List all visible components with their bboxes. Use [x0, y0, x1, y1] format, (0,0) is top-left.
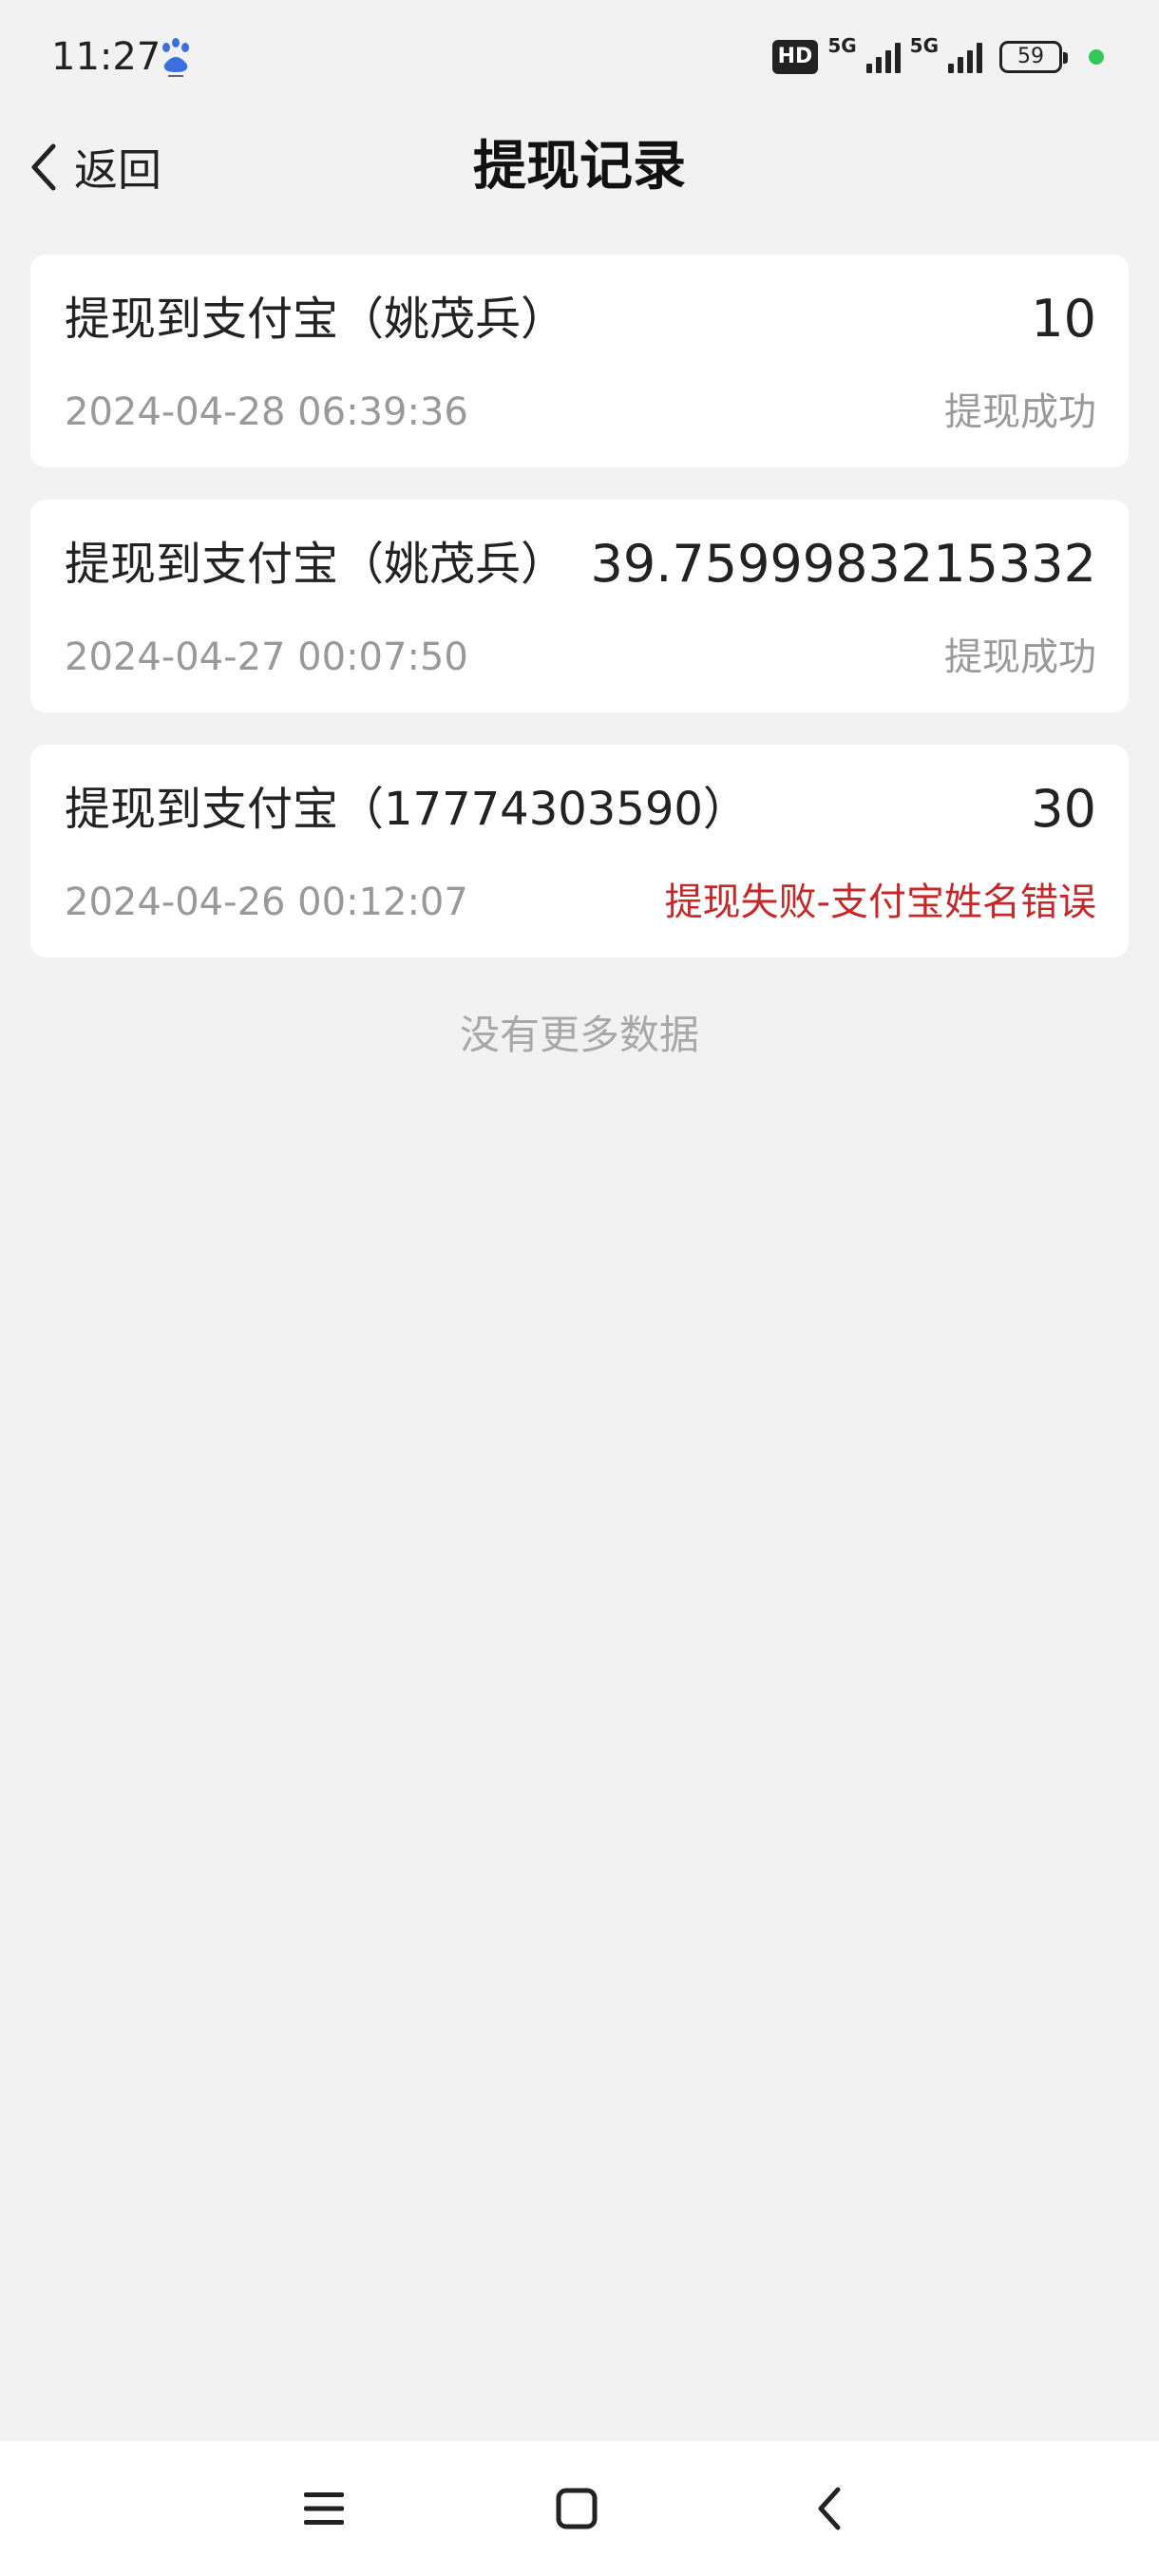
record-title: 提现到支付宝（17774303590） — [65, 783, 749, 836]
battery-level: 59 — [1017, 45, 1044, 68]
network-type-2: 5G — [909, 34, 939, 57]
record-card[interactable]: 提现到支付宝（姚茂兵） 39.7599983215332 2024-04-27 … — [30, 500, 1129, 712]
record-title: 提现到支付宝（姚茂兵） — [65, 538, 567, 591]
no-more-data-label: 没有更多数据 — [459, 1012, 699, 1058]
record-title: 提现到支付宝（姚茂兵） — [65, 293, 567, 346]
header: 返回 提现记录 — [0, 114, 1159, 220]
status-time: 11:27 — [51, 35, 162, 79]
menu-icon — [304, 2492, 344, 2525]
record-card[interactable]: 提现到支付宝（17774303590） 30 2024-04-26 00:12:… — [30, 745, 1129, 957]
signal-icon-2 — [948, 41, 982, 73]
back-nav-button[interactable] — [796, 2475, 863, 2542]
status-bar: 11:27 HD 5G 5G 59 — [0, 0, 1159, 114]
home-button[interactable] — [543, 2475, 610, 2542]
status-indicators: HD 5G 5G 59 — [771, 34, 1104, 78]
record-amount: 30 — [1031, 779, 1096, 839]
signal-icon — [865, 41, 901, 73]
record-time: 2024-04-28 06:39:36 — [65, 390, 468, 434]
record-list: 提现到支付宝（姚茂兵） 10 2024-04-28 06:39:36 提现成功 … — [30, 255, 1129, 990]
record-time: 2024-04-26 00:12:07 — [65, 881, 468, 924]
home-square-icon — [556, 2488, 598, 2529]
record-amount: 39.7599983215332 — [590, 534, 1096, 594]
record-card[interactable]: 提现到支付宝（姚茂兵） 10 2024-04-28 06:39:36 提现成功 — [30, 255, 1129, 467]
record-status: 提现成功 — [944, 635, 1096, 679]
hd-badge: HD — [771, 40, 819, 74]
record-time: 2024-04-27 00:07:50 — [65, 635, 468, 679]
page-title: 提现记录 — [473, 136, 686, 198]
record-amount: 10 — [1031, 289, 1096, 349]
back-arrow-icon — [818, 2487, 841, 2530]
system-nav-bar — [0, 2441, 1159, 2576]
record-status: 提现成功 — [944, 390, 1096, 434]
status-dot-icon — [1089, 49, 1104, 65]
record-status-failed: 提现失败-支付宝姓名错误 — [664, 881, 1096, 924]
battery-icon: 59 — [999, 41, 1068, 73]
network-type-1: 5G — [827, 34, 857, 57]
baidu-paw-icon — [157, 36, 195, 78]
menu-button[interactable] — [291, 2475, 357, 2542]
